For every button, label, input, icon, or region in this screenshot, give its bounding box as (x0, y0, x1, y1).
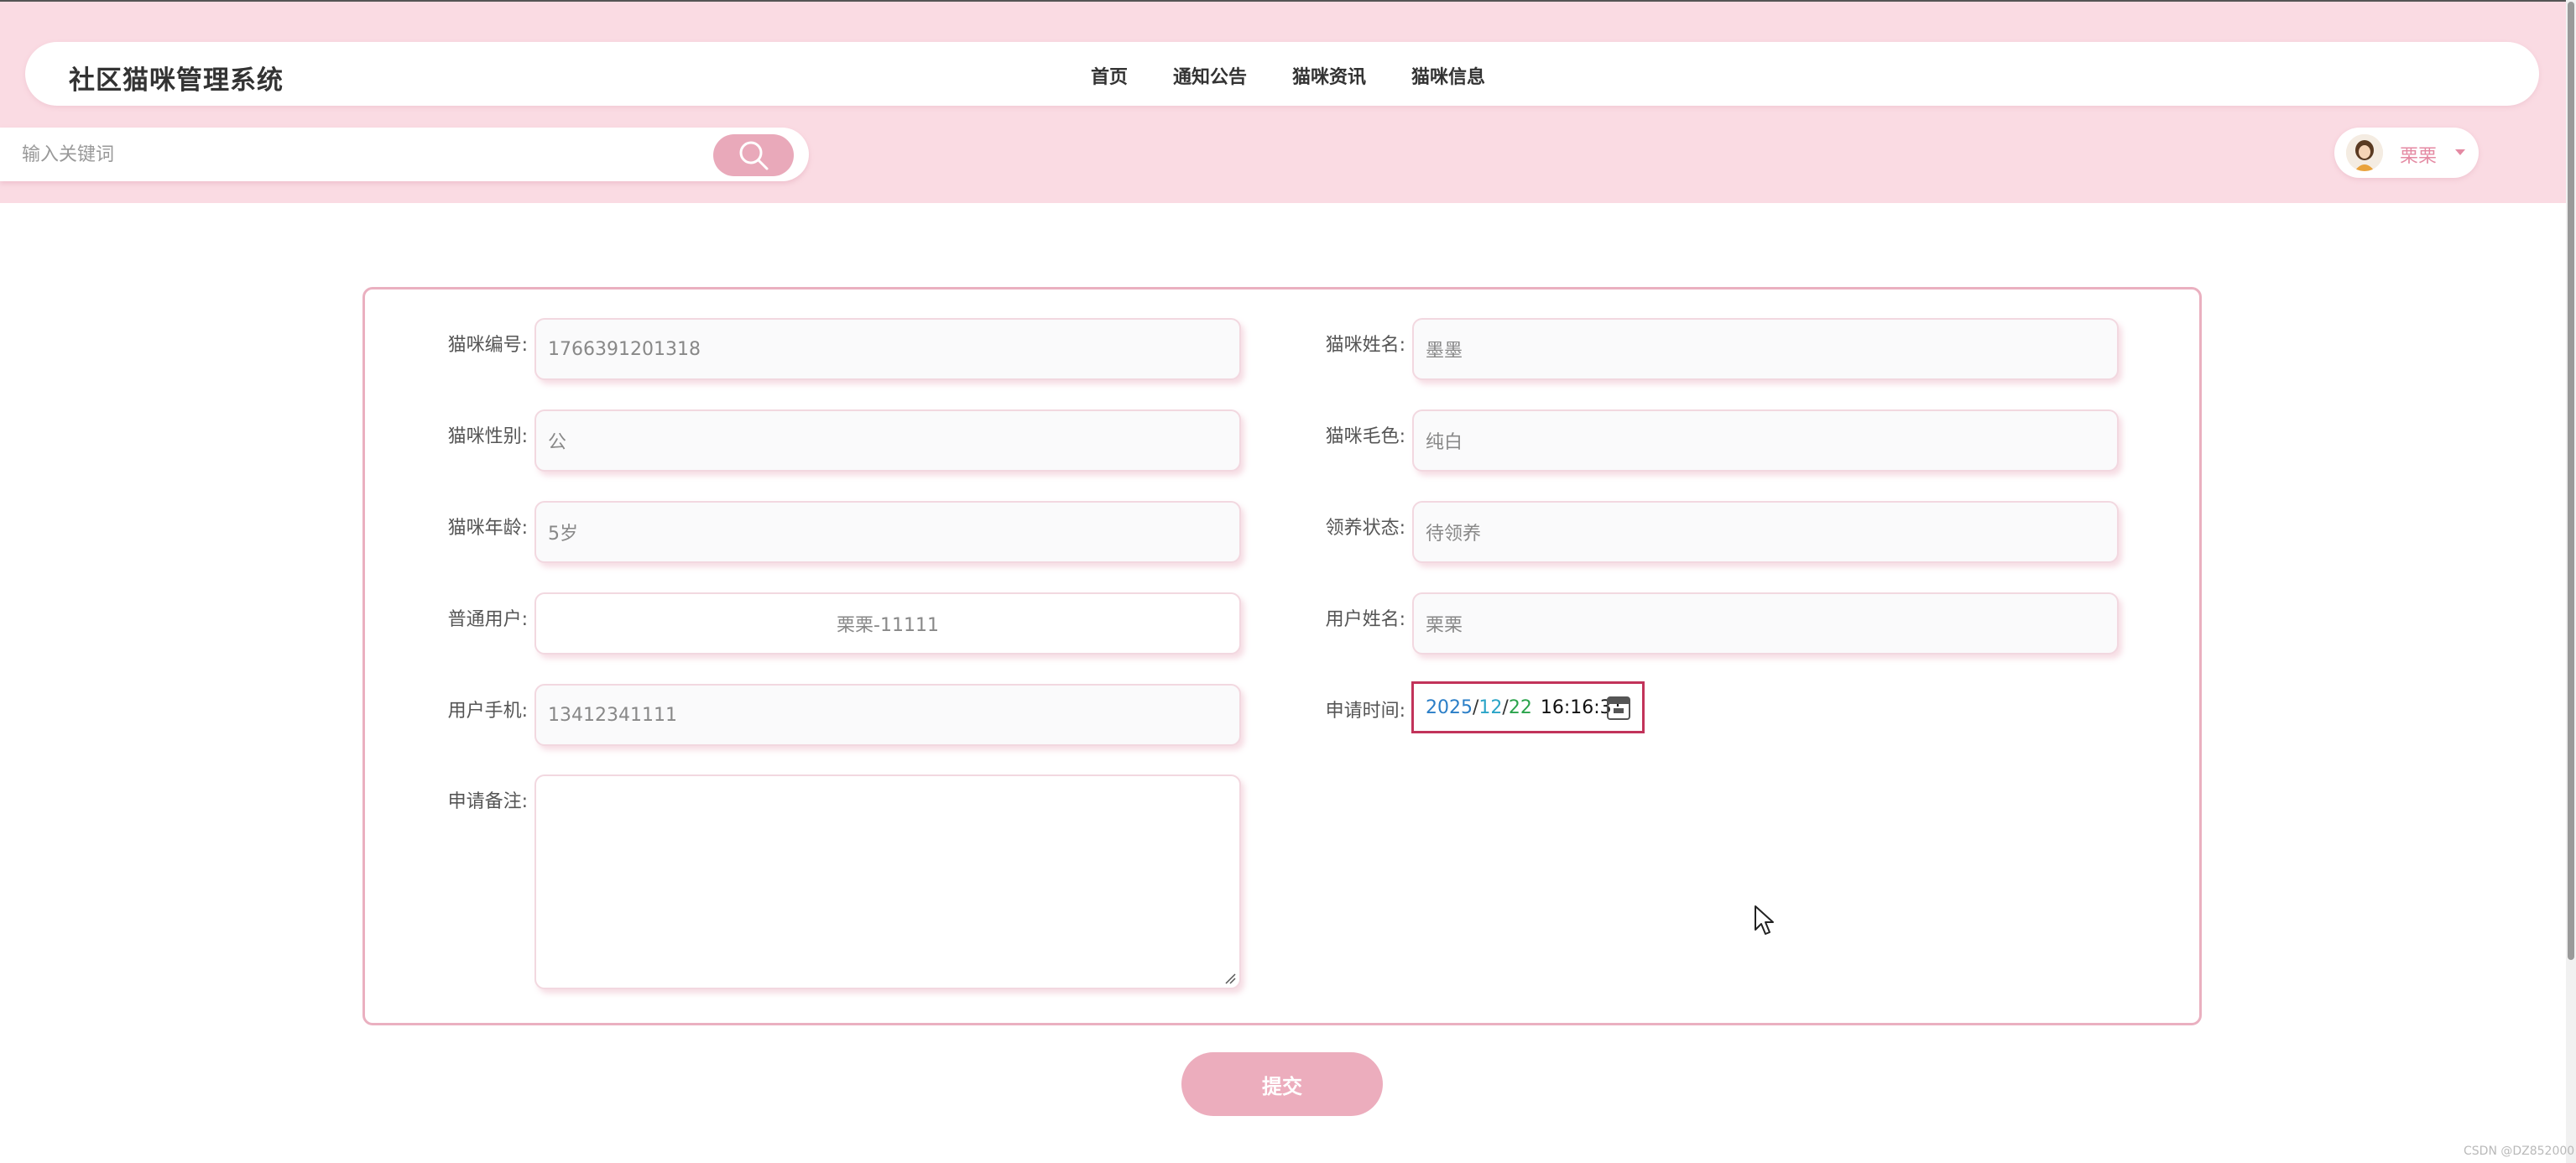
search-bar (0, 128, 809, 181)
cat-age-label: 猫咪年龄: (447, 518, 528, 539)
adopt-status-field[interactable]: 待领养 (1412, 501, 2119, 563)
date-year: 2025 (1426, 696, 1473, 718)
apply-note-label: 申请备注: (447, 791, 528, 812)
user-phone-label: 用户手机: (447, 701, 528, 722)
calendar-icon[interactable] (1607, 696, 1630, 720)
regular-user-label: 普通用户: (447, 609, 528, 630)
adoption-form-card: 猫咪编号: 1766391201318 猫咪姓名: 墨墨 猫咪性别: 公 猫咪毛… (362, 287, 2202, 1025)
cat-age-field[interactable]: 5岁 (534, 501, 1241, 563)
user-menu[interactable]: 栗栗 (2334, 128, 2479, 178)
top-navbar: 社区猫咪管理系统 首页 通知公告 猫咪资讯 猫咪信息 (25, 42, 2539, 106)
date-separator: / (1473, 696, 1479, 718)
cat-id-label: 猫咪编号: (447, 335, 528, 356)
cat-gender-field[interactable]: 公 (534, 409, 1241, 472)
nav-item-cat-info[interactable]: 猫咪信息 (1411, 62, 1485, 89)
date-day: 22 (1508, 696, 1532, 718)
nav-item-cat-news[interactable]: 猫咪资讯 (1292, 62, 1366, 89)
apply-time-label: 申请时间: (1325, 701, 1405, 722)
nav-item-notices[interactable]: 通知公告 (1173, 62, 1247, 89)
avatar-icon (2346, 134, 2383, 171)
apply-time-input[interactable]: 2025/12/22 16:16:31 (1411, 681, 1645, 733)
cat-gender-label: 猫咪性别: (447, 426, 528, 447)
user-phone-field[interactable]: 13412341111 (534, 684, 1241, 746)
search-input[interactable] (22, 138, 693, 171)
nav-item-home[interactable]: 首页 (1091, 62, 1128, 89)
main-nav: 首页 通知公告 猫咪资讯 猫咪信息 (1091, 62, 1485, 89)
user-name-label: 用户姓名: (1325, 609, 1405, 630)
mouse-cursor-icon (1755, 905, 1774, 935)
cat-color-label: 猫咪毛色: (1325, 426, 1405, 447)
user-name: 栗栗 (2400, 146, 2438, 167)
cat-color-field[interactable]: 纯白 (1412, 409, 2119, 472)
search-button[interactable] (713, 134, 794, 176)
apply-note-textarea[interactable] (534, 774, 1241, 989)
watermark: CSDN @DZ852000 (2464, 1145, 2575, 1158)
adopt-status-label: 领养状态: (1325, 518, 1405, 539)
user-name-field[interactable]: 栗栗 (1412, 592, 2119, 655)
cat-name-label: 猫咪姓名: (1325, 335, 1405, 356)
date-separator: / (1502, 696, 1509, 718)
caret-down-icon (2455, 149, 2465, 155)
cat-id-field[interactable]: 1766391201318 (534, 318, 1241, 380)
submit-button[interactable]: 提交 (1181, 1052, 1383, 1116)
cat-name-field[interactable]: 墨墨 (1412, 318, 2119, 380)
regular-user-select[interactable]: 栗栗-11111 (534, 592, 1241, 655)
app-title: 社区猫咪管理系统 (69, 65, 284, 96)
scrollbar-thumb[interactable] (2568, 2, 2574, 960)
date-month: 12 (1478, 696, 1503, 718)
resize-grip-icon[interactable] (1224, 973, 1236, 984)
search-icon (739, 141, 769, 170)
